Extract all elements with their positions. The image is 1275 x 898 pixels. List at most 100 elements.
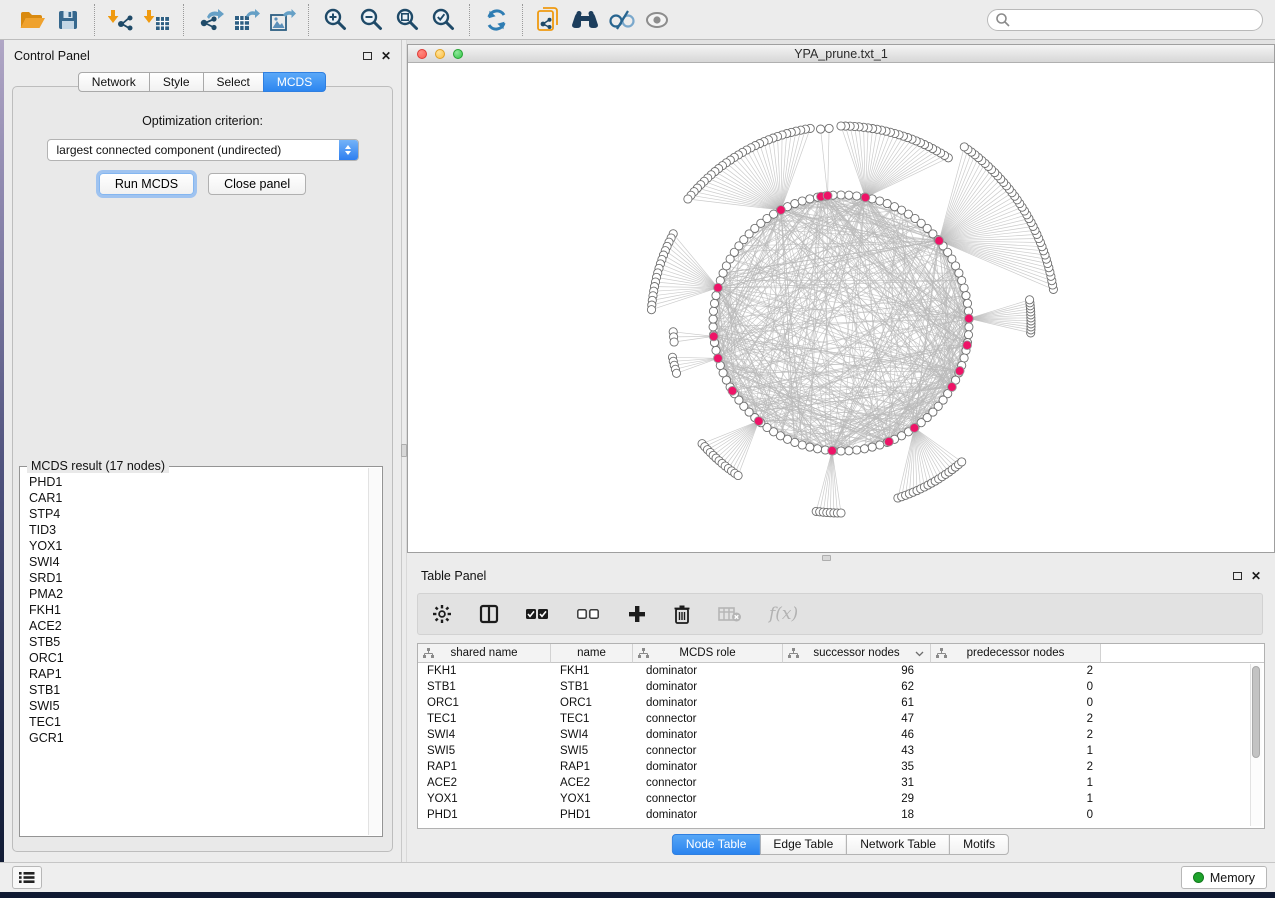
- delete-column-icon[interactable]: [673, 599, 691, 629]
- search-icon: [995, 12, 1011, 28]
- mcds-result-item[interactable]: STB5: [29, 634, 382, 650]
- column-header-predecessor-nodes[interactable]: predecessor nodes: [931, 644, 1101, 663]
- mcds-result-item[interactable]: PMA2: [29, 586, 382, 602]
- table-row[interactable]: ORC1 ORC1 dominator 61 0: [418, 695, 1264, 711]
- mcds-result-item[interactable]: SRD1: [29, 570, 382, 586]
- zoom-fit-icon[interactable]: [389, 4, 425, 36]
- search-input[interactable]: [1011, 11, 1262, 29]
- network-canvas[interactable]: [408, 63, 1274, 552]
- table-row[interactable]: PHD1 PHD1 dominator 18 0: [418, 807, 1264, 823]
- mcds-result-item[interactable]: GCR1: [29, 730, 382, 746]
- table-row[interactable]: ACE2 ACE2 connector 31 1: [418, 775, 1264, 791]
- table-tabs: Node Table Edge Table Network Table Moti…: [673, 834, 1009, 855]
- table-row[interactable]: RAP1 RAP1 dominator 35 2: [418, 759, 1264, 775]
- run-mcds-button[interactable]: Run MCDS: [99, 173, 194, 195]
- network-window-title: YPA_prune.txt_1: [794, 47, 888, 61]
- tab-network-table[interactable]: Network Table: [846, 834, 950, 855]
- hide-details-icon[interactable]: [603, 4, 639, 36]
- mcds-result-item[interactable]: STP4: [29, 506, 382, 522]
- mcds-result-item[interactable]: PHD1: [29, 474, 382, 490]
- splitter-handle[interactable]: [822, 555, 831, 561]
- export-network-icon[interactable]: [192, 4, 228, 36]
- shared-column-icon: [638, 648, 649, 659]
- select-stepper-icon: [339, 140, 358, 160]
- tab-mcds[interactable]: MCDS: [263, 72, 326, 92]
- tab-motifs[interactable]: Motifs: [949, 834, 1009, 855]
- mcds-result-list: PHD1CAR1STP4TID3YOX1SWI4SRD1PMA2FKH1ACE2…: [20, 467, 382, 746]
- float-panel-icon[interactable]: [363, 52, 372, 60]
- network-window-titlebar[interactable]: YPA_prune.txt_1: [408, 45, 1274, 63]
- table-row[interactable]: TEC1 TEC1 connector 47 2: [418, 711, 1264, 727]
- deselect-all-icon[interactable]: [577, 599, 601, 629]
- mcds-result-item[interactable]: YOX1: [29, 538, 382, 554]
- column-header-successor-nodes[interactable]: successor nodes: [783, 644, 931, 663]
- table-row[interactable]: FKH1 FKH1 dominator 96 2: [418, 663, 1264, 679]
- result-scrollbar[interactable]: [368, 468, 381, 835]
- maximize-window-icon[interactable]: [453, 49, 463, 59]
- shared-column-icon: [788, 648, 799, 659]
- close-window-icon[interactable]: [417, 49, 427, 59]
- header-filler: [1101, 644, 1264, 663]
- float-panel-icon[interactable]: [1233, 572, 1242, 580]
- memory-button[interactable]: Memory: [1181, 866, 1267, 889]
- tab-network[interactable]: Network: [78, 72, 150, 92]
- select-all-icon[interactable]: [526, 599, 550, 629]
- close-panel-icon[interactable]: ✕: [381, 51, 391, 61]
- table-scrollbar[interactable]: [1250, 664, 1262, 826]
- column-header-shared-name[interactable]: shared name: [418, 644, 551, 663]
- scrollbar-thumb[interactable]: [1252, 666, 1260, 758]
- horizontal-splitter[interactable]: [407, 553, 1275, 563]
- export-image-icon[interactable]: [264, 4, 300, 36]
- mcds-result-item[interactable]: ORC1: [29, 650, 382, 666]
- split-column-icon[interactable]: [479, 599, 499, 629]
- mcds-result-item[interactable]: TEC1: [29, 714, 382, 730]
- mcds-result-box: PHD1CAR1STP4TID3YOX1SWI4SRD1PMA2FKH1ACE2…: [19, 466, 383, 837]
- mcds-result-item[interactable]: SWI4: [29, 554, 382, 570]
- zoom-out-icon[interactable]: [353, 4, 389, 36]
- table-row[interactable]: SWI5 SWI5 connector 43 1: [418, 743, 1264, 759]
- import-network-icon[interactable]: [103, 4, 139, 36]
- node-table: shared name name MCDS role successor nod…: [417, 643, 1265, 829]
- mcds-result-item[interactable]: FKH1: [29, 602, 382, 618]
- column-header-name[interactable]: name: [551, 644, 633, 663]
- new-network-from-selection-icon[interactable]: [531, 4, 567, 36]
- first-neighbors-icon[interactable]: [567, 4, 603, 36]
- tab-node-table[interactable]: Node Table: [672, 834, 761, 855]
- gear-icon[interactable]: [432, 599, 452, 629]
- show-details-icon[interactable]: [639, 4, 675, 36]
- refresh-icon[interactable]: [478, 4, 514, 36]
- control-panel-title: Control Panel: [14, 49, 90, 63]
- open-session-icon[interactable]: [14, 4, 50, 36]
- add-column-icon[interactable]: [628, 599, 646, 629]
- task-history-button[interactable]: [12, 866, 42, 889]
- zoom-in-icon[interactable]: [317, 4, 353, 36]
- tab-style[interactable]: Style: [149, 72, 204, 92]
- optimization-criterion-select[interactable]: largest connected component (undirected): [47, 139, 359, 161]
- table-panel-title: Table Panel: [421, 569, 486, 583]
- network-graph: [408, 63, 1274, 552]
- mcds-result-item[interactable]: ACE2: [29, 618, 382, 634]
- minimize-window-icon[interactable]: [435, 49, 445, 59]
- optimization-criterion-value: largest connected component (undirected): [57, 143, 282, 157]
- table-row[interactable]: STB1 STB1 dominator 62 0: [418, 679, 1264, 695]
- close-panel-button[interactable]: Close panel: [208, 173, 306, 195]
- close-panel-icon[interactable]: ✕: [1251, 571, 1261, 581]
- zoom-selected-icon[interactable]: [425, 4, 461, 36]
- save-session-icon[interactable]: [50, 4, 86, 36]
- mcds-result-item[interactable]: STB1: [29, 682, 382, 698]
- export-table-icon[interactable]: [228, 4, 264, 36]
- shared-column-icon: [936, 648, 947, 659]
- mcds-result-item[interactable]: SWI5: [29, 698, 382, 714]
- mcds-result-item[interactable]: RAP1: [29, 666, 382, 682]
- table-row[interactable]: SWI4 SWI4 dominator 46 2: [418, 727, 1264, 743]
- table-body: FKH1 FKH1 dominator 96 2 STB1 STB1 domin…: [418, 663, 1264, 823]
- mcds-result-item[interactable]: CAR1: [29, 490, 382, 506]
- table-row[interactable]: YOX1 YOX1 connector 29 1: [418, 791, 1264, 807]
- tab-edge-table[interactable]: Edge Table: [759, 834, 847, 855]
- mcds-result-item[interactable]: TID3: [29, 522, 382, 538]
- import-table-icon[interactable]: [139, 4, 175, 36]
- search-box[interactable]: [987, 9, 1263, 31]
- shared-column-icon: [423, 648, 434, 659]
- tab-select[interactable]: Select: [203, 72, 264, 92]
- column-header-mcds-role[interactable]: MCDS role: [633, 644, 783, 663]
